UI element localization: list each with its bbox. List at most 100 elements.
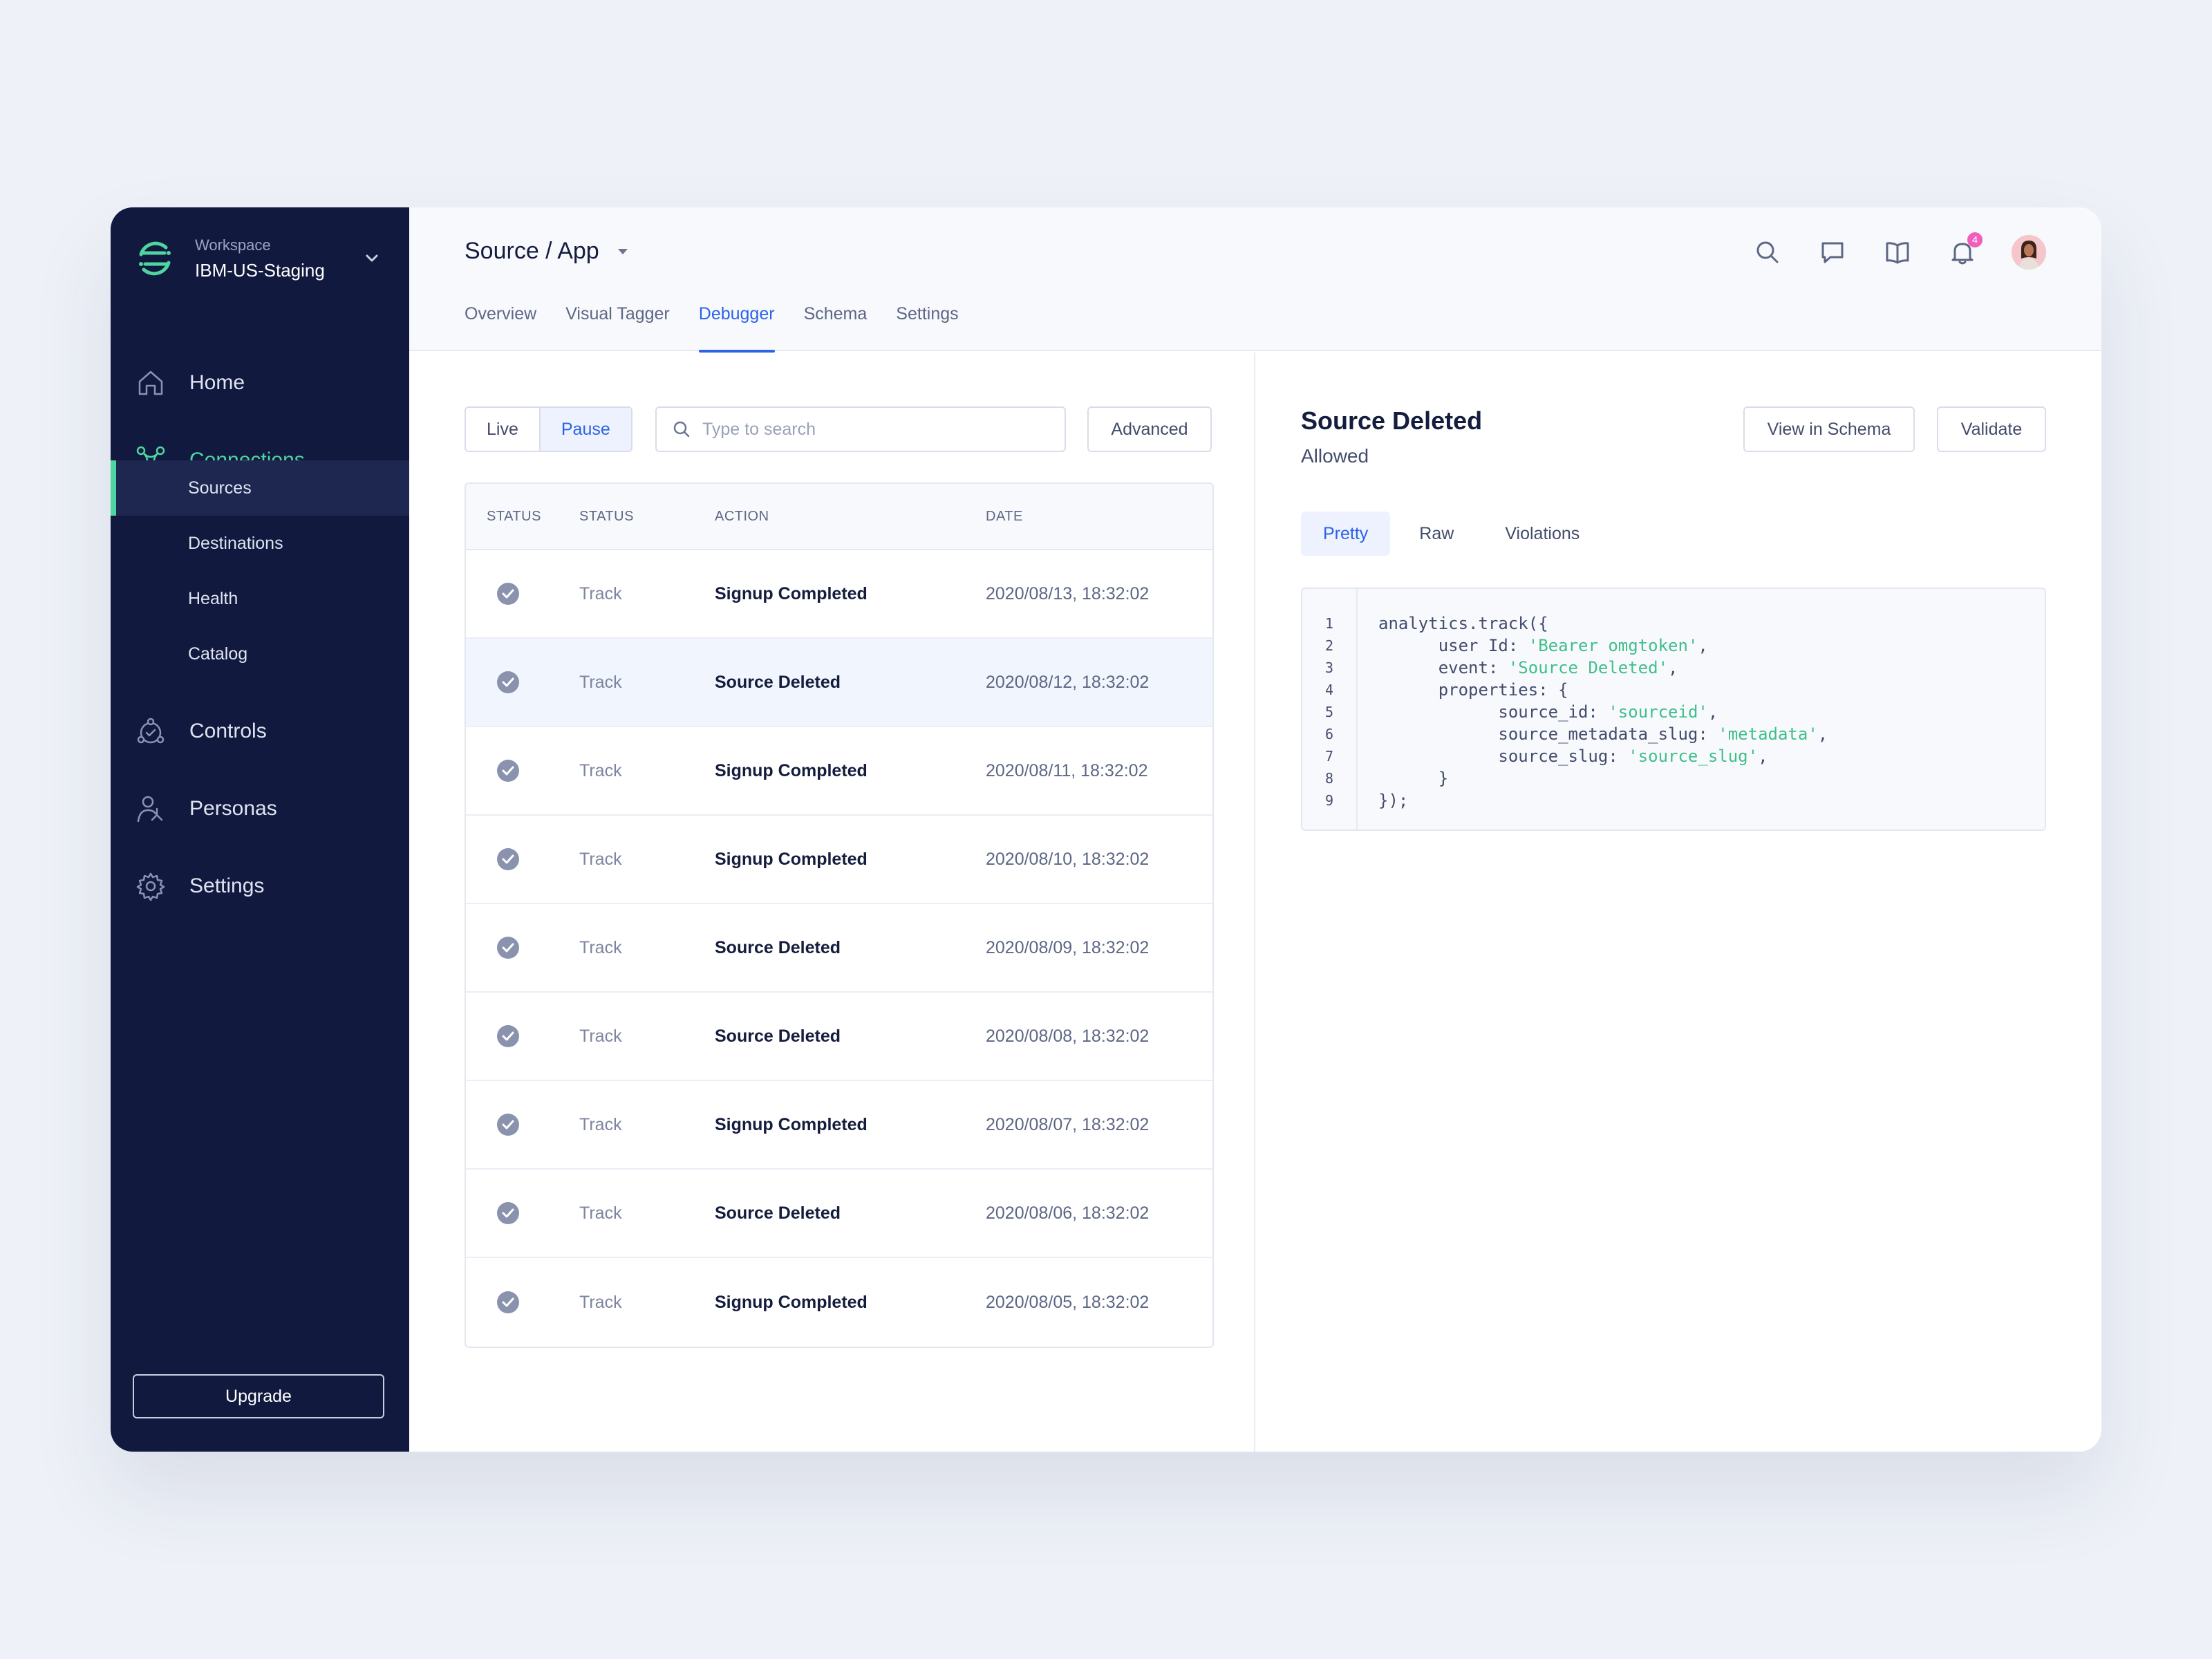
chat-icon[interactable] [1817,236,1848,268]
workspace-name: IBM-US-Staging [195,259,325,281]
events-table: STATUS STATUS ACTION DATE Track Signup Co… [465,482,1214,1348]
row-date: 2020/08/06, 18:32:02 [986,1203,1150,1223]
line-number: 4 [1324,682,1334,698]
table-row[interactable]: Track Signup Completed 2020/08/07, 18:32:0… [466,1081,1212,1170]
row-type: Track [579,672,622,692]
personas-icon [137,796,163,823]
line-number: 9 [1324,792,1334,809]
row-action: Signup Completed [715,1292,868,1312]
sidebar-item-label: Destinations [188,533,283,553]
caret-down-icon[interactable] [615,243,631,260]
tab-pretty[interactable]: Pretty [1301,512,1391,556]
row-date: 2020/08/12, 18:32:02 [986,672,1150,692]
row-action: Source Deleted [715,937,841,957]
book-icon[interactable] [1882,236,1913,268]
sidebar-item-sources[interactable]: Sources [111,460,409,516]
row-action: Source Deleted [715,1026,841,1046]
search-input[interactable] [702,419,1065,440]
gear-icon [136,872,165,901]
header-actions: 4 [1752,232,2046,270]
sidebar-item-destinations[interactable]: Destinations [111,516,409,571]
notifications-button[interactable]: 4 [1947,232,1983,268]
table-row[interactable]: Track Signup Completed 2020/08/05, 18:32:0… [466,1258,1212,1347]
breadcrumb[interactable]: Source / App [465,238,631,265]
search-icon [673,421,690,438]
live-pause-toggle: Live Pause [465,406,632,452]
pause-button[interactable]: Pause [538,408,631,451]
live-button[interactable]: Live [466,408,539,451]
workspace-switcher[interactable]: Workspace IBM-US-Staging [131,231,388,286]
line-number: 2 [1324,637,1334,654]
nav-item-controls[interactable]: Controls [111,704,409,759]
tab-raw[interactable]: Raw [1397,512,1476,556]
nav-item-settings[interactable]: Settings [111,859,409,914]
advanced-button[interactable]: Advanced [1087,406,1212,452]
line-number: 1 [1324,615,1334,632]
upgrade-button[interactable]: Upgrade [133,1374,384,1418]
row-date: 2020/08/13, 18:32:02 [986,583,1150,603]
check-circle-icon [497,671,519,693]
column-header-date: DATE [986,508,1023,524]
tab-debugger[interactable]: Debugger [698,301,775,353]
main-content: Source / App Overview Visual Tagger Debu… [409,207,2101,1452]
search-icon[interactable] [1752,236,1783,268]
page-tabs: Overview Visual Tagger Debugger Schema S… [465,301,959,353]
nav-item-home[interactable]: Home [111,355,409,411]
app-window: Workspace IBM-US-Staging Home Connection… [111,207,2101,1452]
tab-visual-tagger[interactable]: Visual Tagger [565,301,670,351]
sidebar-item-health[interactable]: Health [111,571,409,626]
top-bar: Source / App Overview Visual Tagger Debu… [409,207,2101,353]
code-string: 'metadata' [1718,724,1818,744]
nav-item-personas[interactable]: Personas [111,781,409,836]
tab-violations[interactable]: Violations [1483,512,1602,556]
line-number: 3 [1324,659,1334,676]
code-line: source_slug: 'source_slug', [1378,745,2045,767]
validate-button[interactable]: Validate [1937,406,2046,452]
row-date: 2020/08/10, 18:32:02 [986,849,1150,869]
nav-label-settings: Settings [189,874,265,897]
code-token: } [1378,769,1449,788]
nav-label-controls: Controls [189,720,267,742]
chevron-down-icon[interactable] [362,249,382,268]
row-action: Source Deleted [715,1203,841,1223]
check-circle-icon [497,760,519,782]
tab-schema[interactable]: Schema [804,301,868,351]
avatar[interactable] [2012,235,2046,270]
sidebar-item-catalog[interactable]: Catalog [111,626,409,682]
search-field[interactable] [655,406,1066,452]
table-row[interactable]: Track Signup Completed 2020/08/10, 18:32:0… [466,816,1212,904]
table-row[interactable]: Track Signup Completed 2020/08/11, 18:32:0… [466,727,1212,816]
code-token: }); [1378,791,1409,810]
table-row[interactable]: Track Signup Completed 2020/08/13, 18:32:0… [466,550,1212,639]
view-in-schema-button[interactable]: View in Schema [1743,406,1915,452]
debugger-list-panel: Live Pause Advanced STATUS STATUS ACTION… [409,353,1255,1452]
tab-settings[interactable]: Settings [896,301,958,351]
code-block: 1 2 3 4 5 6 7 8 9 analytics.track({ user Id: 'Be… [1301,588,2046,831]
table-header: STATUS STATUS ACTION DATE [466,484,1212,550]
code-line: source_metadata_slug: 'metadata', [1378,723,2045,745]
row-date: 2020/08/11, 18:32:02 [986,760,1148,780]
row-type: Track [579,1292,622,1312]
code-string: 'Source Deleted' [1508,658,1669,677]
row-type: Track [579,849,622,869]
check-circle-icon [497,583,519,605]
table-row[interactable]: Track Source Deleted 2020/08/12, 18:32:02 [466,639,1212,727]
line-number: 8 [1324,770,1334,787]
row-date: 2020/08/05, 18:32:02 [986,1292,1150,1312]
table-row[interactable]: Track Source Deleted 2020/08/08, 18:32:02 [466,993,1212,1081]
line-number: 5 [1324,704,1334,720]
sidebar-item-label: Sources [188,478,252,498]
table-row[interactable]: Track Source Deleted 2020/08/09, 18:32:02 [466,904,1212,993]
event-detail-panel: Source Deleted Allowed Validate View in … [1257,353,2101,1452]
line-numbers: 1 2 3 4 5 6 7 8 9 [1302,589,1358,830]
sidebar: Workspace IBM-US-Staging Home Connection… [111,207,409,1452]
row-action: Signup Completed [715,1114,868,1134]
code-token: source_id: [1378,702,1609,722]
code-line: properties: { [1378,679,2045,701]
check-circle-icon [497,1025,519,1047]
nav-label-personas: Personas [189,797,277,820]
home-icon [138,371,163,395]
tab-overview[interactable]: Overview [465,301,536,351]
table-row[interactable]: Track Source Deleted 2020/08/06, 18:32:02 [466,1170,1212,1258]
workspace-label: Workspace [195,236,271,254]
